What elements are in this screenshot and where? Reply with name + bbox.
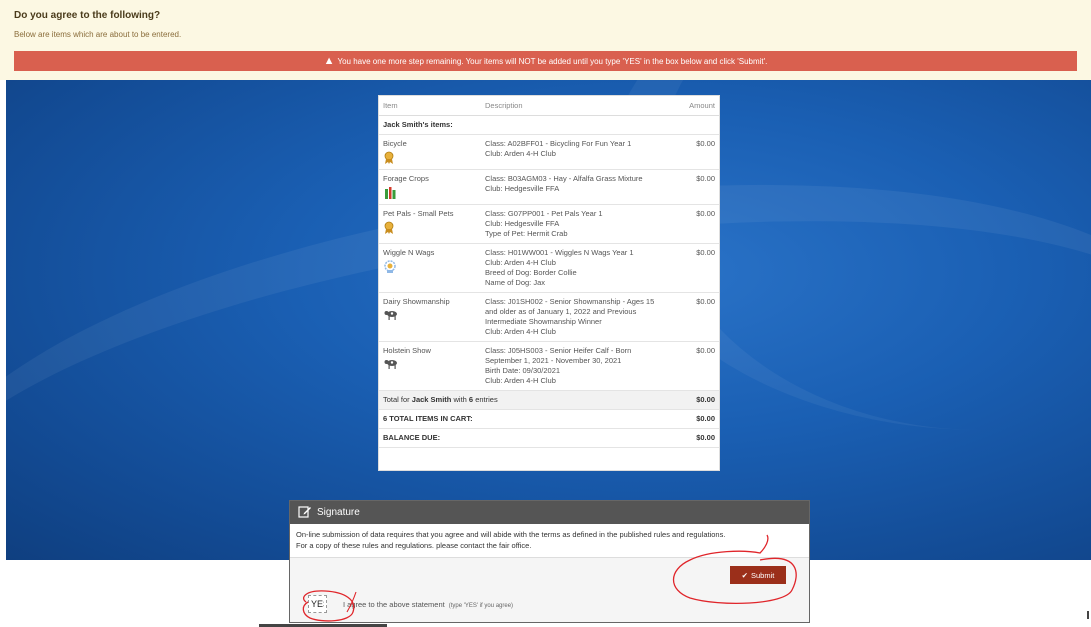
- cow-icon: [383, 309, 477, 323]
- description-line: Class: B03AGM03 - Hay - Alfalfa Grass Mi…: [485, 173, 643, 183]
- agree-input[interactable]: [308, 595, 327, 613]
- item-amount: $0.00: [676, 341, 719, 391]
- group-label: Jack Smith's items:: [379, 115, 719, 135]
- item-amount: $0.00: [676, 169, 719, 205]
- group-row: Jack Smith's items:: [379, 115, 719, 135]
- signature-panel: Signature On-line submission of data req…: [289, 500, 810, 623]
- cart-label: 6 TOTAL ITEMS IN CART:: [379, 409, 676, 429]
- total-label: Total for Jack Smith with 6 entries: [379, 390, 676, 410]
- item-amount: $0.00: [676, 243, 719, 293]
- description-line: Club: Arden 4-H Club: [485, 326, 556, 336]
- description-line: and older as of January 1, 2022 and Prev…: [485, 306, 637, 316]
- page-subtitle: Below are items which are about to be en…: [14, 30, 182, 39]
- balance-row: BALANCE DUE: $0.00: [379, 428, 719, 448]
- table-row: Pet Pals - Small Pets Class: G07PP001 - …: [379, 204, 719, 244]
- balance-amount: $0.00: [676, 428, 719, 448]
- agree-text: I agree to the above statement: [343, 600, 445, 609]
- terms-line: For a copy of these rules and regulation…: [296, 541, 532, 550]
- cart-row: 6 TOTAL ITEMS IN CART: $0.00: [379, 409, 719, 429]
- description-line: Intermediate Showmanship Winner: [485, 316, 602, 326]
- description-line: Breed of Dog: Border Collie: [485, 267, 577, 277]
- signature-header: Signature: [290, 501, 809, 524]
- items-panel: Item Description Amount Jack Smith's ite…: [378, 95, 720, 471]
- column-header-description: Description: [481, 96, 676, 116]
- item-name: Pet Pals - Small Pets: [383, 208, 454, 218]
- agree-hint: (type 'YES' if you agree): [448, 603, 514, 609]
- description-line: Club: Arden 4-H Club: [485, 375, 556, 385]
- alert-banner: ▲ You have one more step remaining. Your…: [14, 51, 1077, 71]
- item-name: Wiggle N Wags: [383, 247, 435, 257]
- description-line: Class: H01WW001 - Wiggles N Wags Year 1: [485, 247, 634, 257]
- description-line: Name of Dog: Jax: [485, 277, 546, 287]
- description-line: Class: J05HS003 - Senior Heifer Calf - B…: [485, 345, 632, 355]
- item-name: Bicycle: [383, 138, 407, 148]
- description-line: September 1, 2021 - November 30, 2021: [485, 355, 622, 365]
- balance-label: BALANCE DUE:: [379, 428, 676, 448]
- table-row: Wiggle N Wags Class: H01WW001 - Wiggles …: [379, 243, 719, 293]
- badge-icon: [383, 259, 477, 274]
- alert-text: You have one more step remaining. Your i…: [337, 56, 768, 66]
- description-line: Class: A02BFF01 - Bicycling For Fun Year…: [485, 138, 632, 148]
- cow-icon: [383, 358, 477, 372]
- description-line: Club: Arden 4-H Club: [485, 148, 556, 158]
- agree-statement: I agree to the above statement (type 'YES…: [343, 600, 513, 609]
- item-name: Dairy Showmanship: [383, 296, 450, 306]
- item-name: Holstein Show: [383, 345, 431, 355]
- total-prefix: Total for: [383, 394, 410, 404]
- warning-icon: ▲: [323, 54, 335, 67]
- confirmation-header: Do you agree to the following? Below are…: [0, 0, 1091, 80]
- ribbon-icon: [383, 151, 477, 165]
- table-row: Dairy Showmanship Class: J01SH002 - Seni…: [379, 292, 719, 342]
- item-name: Forage Crops: [383, 173, 429, 183]
- item-amount: $0.00: [676, 204, 719, 244]
- edit-icon: [298, 505, 311, 521]
- total-suffix: entries: [475, 394, 498, 404]
- edge-mark: [1087, 611, 1089, 619]
- check-icon: ✔: [741, 570, 748, 580]
- description-line: Club: Hedgesville FFA: [485, 218, 560, 228]
- plant-icon: [383, 186, 477, 200]
- submit-label: Submit: [750, 570, 775, 580]
- item-amount: $0.00: [676, 292, 719, 342]
- description-line: Type of Pet: Hermit Crab: [485, 228, 568, 238]
- table-row: Forage Crops Class: B03AGM03 - Hay - Alf…: [379, 169, 719, 205]
- signature-footer: ✔ Submit I agree to the above statement(…: [290, 558, 809, 622]
- total-amount: $0.00: [676, 390, 719, 410]
- description-line: Birth Date: 09/30/2021: [485, 365, 561, 375]
- total-with: with: [453, 394, 467, 404]
- description-line: Club: Arden 4-H Club: [485, 257, 556, 267]
- ribbon-icon: [383, 221, 477, 235]
- table-row: Holstein Show Class: J05HS003 - Senior H…: [379, 341, 719, 391]
- total-row: Total for Jack Smith with 6 entries $0.0…: [379, 390, 719, 410]
- cart-amount: $0.00: [676, 409, 719, 429]
- items-table: Item Description Amount Jack Smith's ite…: [379, 96, 719, 448]
- signature-terms: On-line submission of data requires that…: [290, 524, 809, 558]
- table-row: Bicycle Class: A02BFF01 - Bicycling For …: [379, 134, 719, 170]
- total-name: Jack Smith: [411, 394, 452, 404]
- page-title: Do you agree to the following?: [14, 10, 161, 21]
- description-line: Class: J01SH002 - Senior Showmanship - A…: [485, 296, 655, 306]
- total-count: 6: [468, 394, 474, 404]
- column-header-amount: Amount: [676, 96, 719, 116]
- column-header-item: Item: [379, 96, 481, 116]
- description-line: Class: G07PP001 - Pet Pals Year 1: [485, 208, 603, 218]
- terms-line: On-line submission of data requires that…: [296, 530, 726, 539]
- signature-title: Signature: [317, 507, 360, 518]
- submit-button[interactable]: ✔ Submit: [730, 566, 786, 584]
- item-amount: $0.00: [676, 134, 719, 170]
- description-line: Club: Hedgesville FFA: [485, 183, 560, 193]
- table-header-row: Item Description Amount: [379, 96, 719, 116]
